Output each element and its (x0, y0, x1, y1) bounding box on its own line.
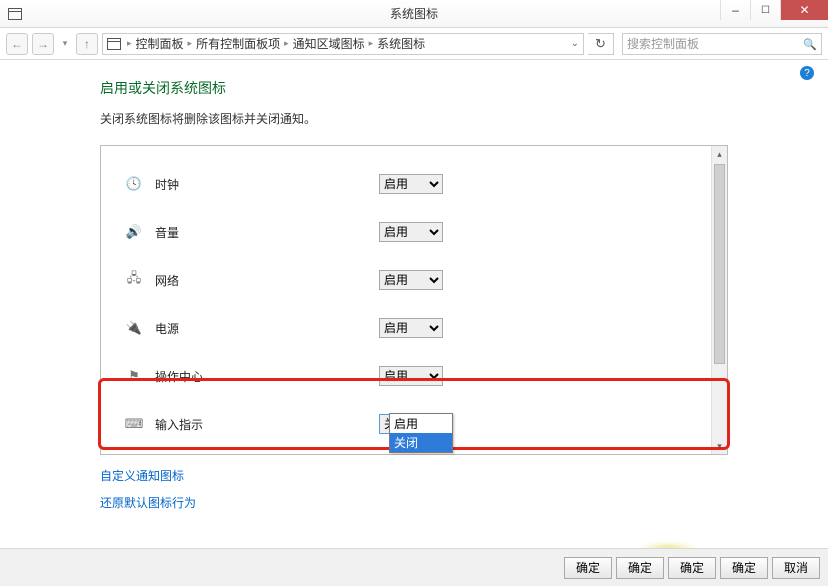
clock-icon: 🕓 (125, 176, 143, 192)
cancel-button[interactable]: 取消 (772, 557, 820, 579)
setting-select-volume[interactable]: 启用关闭 (379, 222, 443, 242)
chevron-right-icon (125, 38, 134, 49)
dropdown-menu-open: 启用 关闭 (389, 413, 453, 453)
chevron-right-icon (367, 38, 376, 49)
nav-forward-button[interactable] (32, 33, 54, 55)
setting-label: 时钟 (155, 176, 379, 193)
setting-row-network: 🖧 网络 启用关闭 (125, 256, 703, 304)
titlebar: 系统图标 (0, 0, 828, 28)
volume-icon: 🔊 (125, 224, 143, 240)
nav-history-dropdown[interactable] (58, 33, 72, 55)
ime-icon: ⌨ (125, 416, 143, 432)
settings-panel: 🕓 时钟 启用关闭 🔊 音量 启用关闭 🖧 网络 启用关闭 🔌 电源 启用关闭 (100, 145, 728, 455)
setting-select-power[interactable]: 启用关闭 (379, 318, 443, 338)
breadcrumb-dropdown-icon[interactable] (571, 38, 579, 49)
links-section: 自定义通知图标 还原默认图标行为 (100, 467, 728, 511)
ok-cancel-button[interactable]: 确定 (720, 557, 768, 579)
breadcrumb-item[interactable]: 通知区域图标 (293, 35, 365, 52)
setting-select-clock[interactable]: 启用关闭 (379, 174, 443, 194)
setting-select-action-center[interactable]: 启用关闭 (379, 366, 443, 386)
close-button[interactable] (780, 0, 828, 20)
restore-defaults-link[interactable]: 还原默认图标行为 (100, 494, 728, 511)
setting-row-power: 🔌 电源 启用关闭 (125, 304, 703, 352)
network-icon: 🖧 (125, 272, 143, 288)
refresh-button[interactable] (588, 33, 614, 55)
setting-row-action-center: ⚑ 操作中心 启用关闭 (125, 352, 703, 400)
page-subtitle: 关闭系统图标将删除该图标并关闭通知。 (100, 110, 728, 127)
help-icon[interactable] (800, 66, 814, 80)
breadcrumb-item[interactable]: 系统图标 (377, 35, 425, 52)
setting-row-volume: 🔊 音量 启用关闭 (125, 208, 703, 256)
address-bar: 控制面板 所有控制面板项 通知区域图标 系统图标 搜索控制面板 (0, 28, 828, 60)
setting-row-clock: 🕓 时钟 启用关闭 (125, 160, 703, 208)
setting-label: 输入指示 (155, 416, 379, 433)
search-input[interactable]: 搜索控制面板 (622, 33, 822, 55)
dropdown-option-on[interactable]: 启用 (390, 414, 452, 433)
app-icon (8, 8, 22, 20)
ok-button[interactable]: 确定 (564, 557, 612, 579)
computer-icon (107, 38, 121, 50)
breadcrumb-item[interactable]: 所有控制面板项 (196, 35, 280, 52)
search-placeholder: 搜索控制面板 (627, 35, 699, 52)
customize-icons-link[interactable]: 自定义通知图标 (100, 467, 728, 484)
nav-back-button[interactable] (6, 33, 28, 55)
setting-label: 音量 (155, 224, 379, 241)
minimize-button[interactable] (720, 0, 750, 20)
search-icon (803, 37, 817, 51)
maximize-button[interactable] (750, 0, 780, 20)
scroll-thumb[interactable] (714, 164, 725, 364)
dialog-button-bar: 确定 确定 确定 确定 取消 (0, 548, 828, 586)
power-icon: 🔌 (125, 320, 143, 336)
chevron-right-icon (186, 38, 195, 49)
scroll-down-button[interactable] (712, 438, 727, 454)
nav-up-button[interactable] (76, 33, 98, 55)
setting-label: 电源 (155, 320, 379, 337)
scrollbar[interactable] (711, 146, 727, 454)
breadcrumb-item[interactable]: 控制面板 (136, 35, 184, 52)
window-controls (720, 0, 828, 27)
scroll-up-button[interactable] (712, 146, 727, 162)
breadcrumb[interactable]: 控制面板 所有控制面板项 通知区域图标 系统图标 (102, 33, 584, 55)
setting-select-network[interactable]: 启用关闭 (379, 270, 443, 290)
content-area: 启用或关闭系统图标 关闭系统图标将删除该图标并关闭通知。 🕓 时钟 启用关闭 🔊… (0, 60, 828, 511)
setting-label: 网络 (155, 272, 379, 289)
ok-button-3[interactable]: 确定 (668, 557, 716, 579)
dropdown-option-off[interactable]: 关闭 (390, 433, 452, 452)
page-heading: 启用或关闭系统图标 (100, 78, 728, 98)
flag-icon: ⚑ (125, 368, 143, 384)
setting-label: 操作中心 (155, 368, 379, 385)
window-title: 系统图标 (390, 5, 438, 22)
ok-button-2[interactable]: 确定 (616, 557, 664, 579)
chevron-right-icon (282, 38, 291, 49)
